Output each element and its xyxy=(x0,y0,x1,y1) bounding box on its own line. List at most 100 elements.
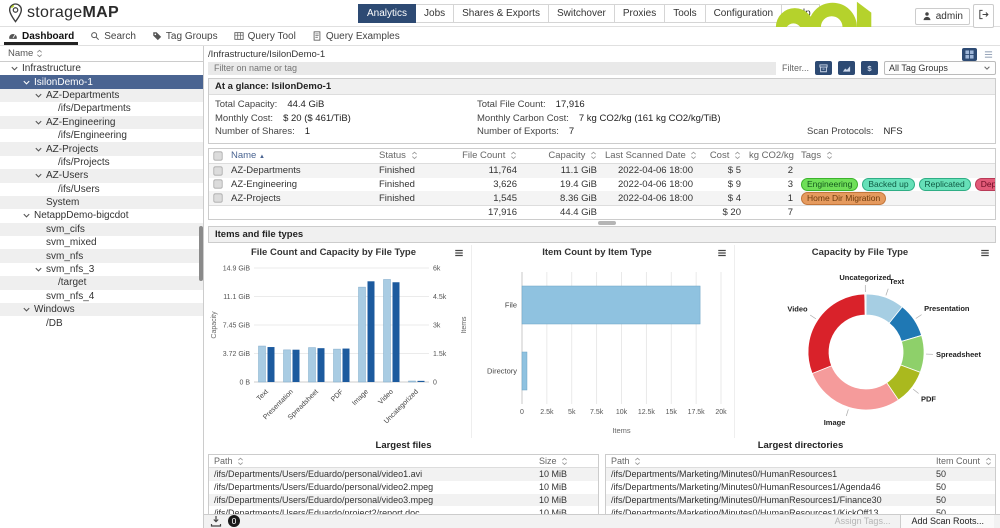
chart-menu-icon[interactable] xyxy=(453,248,465,258)
chevron-down-icon[interactable] xyxy=(10,64,19,73)
checkbox-icon[interactable] xyxy=(209,193,227,203)
table-hscrollbar[interactable] xyxy=(208,221,996,224)
column-header-size[interactable]: Size xyxy=(534,456,598,466)
sidebar-scrollbar[interactable] xyxy=(199,226,203,281)
tag-pill[interactable]: Department xyxy=(975,178,995,191)
chart-menu-icon[interactable] xyxy=(979,248,991,258)
list-view-button[interactable] xyxy=(981,48,996,61)
tag-pill[interactable]: Home Dir Migration xyxy=(801,192,886,205)
nav-tab-tools[interactable]: Tools xyxy=(665,4,705,23)
tag-pill[interactable]: Engineering xyxy=(801,178,858,191)
column-header-item-count[interactable]: Item Count xyxy=(931,456,995,466)
cost-filter-button[interactable]: $ xyxy=(861,61,878,75)
chevron-down-icon[interactable] xyxy=(34,171,43,180)
chevron-down-icon[interactable] xyxy=(34,265,43,274)
table-row[interactable]: /ifs/Departments/Marketing/Minutes0/Huma… xyxy=(606,468,995,481)
scan-table-row[interactable]: AZ-DepartmentsFinished11,76411.1 GiB2022… xyxy=(209,164,995,178)
tree-item[interactable]: AZ-Departments xyxy=(0,89,203,102)
table-row[interactable]: /ifs/Departments/Marketing/Minutes0/Huma… xyxy=(606,481,995,494)
archive-filter-button[interactable] xyxy=(815,61,832,75)
chevron-down-icon[interactable] xyxy=(22,305,31,314)
tree-item[interactable]: svm_nfs_3 xyxy=(0,263,203,276)
total-file-count: 17,916 xyxy=(435,207,521,218)
tree-item[interactable]: svm_nfs_4 xyxy=(0,290,203,303)
grid-view-button[interactable] xyxy=(962,48,977,61)
table-row[interactable]: /ifs/Departments/Marketing/Minutes0/Huma… xyxy=(606,494,995,507)
subnav-item-tag-groups[interactable]: Tag Groups xyxy=(152,27,218,45)
column-header-path[interactable]: Path xyxy=(606,456,931,466)
chevron-down-icon[interactable] xyxy=(22,78,31,87)
tree-item[interactable]: svm_mixed xyxy=(0,236,203,249)
nav-tab-analytics[interactable]: Analytics xyxy=(358,4,416,23)
checkbox-icon[interactable] xyxy=(209,166,227,176)
tree-item[interactable]: /DB xyxy=(0,316,203,329)
tag-pill[interactable]: Replicated xyxy=(919,178,971,191)
chevron-down-icon[interactable] xyxy=(22,211,31,220)
scan-table-row[interactable]: AZ-EngineeringFinished3,62619.4 GiB2022-… xyxy=(209,178,995,192)
tree-item[interactable]: /target xyxy=(0,276,203,289)
chevron-down-icon[interactable] xyxy=(34,118,43,127)
svg-text:5k: 5k xyxy=(568,409,576,416)
column-header-name[interactable]: Name ▲ xyxy=(227,150,375,161)
scan-table-row[interactable]: AZ-ProjectsFinished1,5458.36 GiB2022-04-… xyxy=(209,191,995,205)
table-row[interactable]: /ifs/Departments/Users/Eduardo/personal/… xyxy=(209,481,598,494)
column-header-tags[interactable]: Tags xyxy=(797,150,995,161)
download-icon[interactable] xyxy=(210,515,222,527)
table-row[interactable]: /ifs/Departments/Users/Eduardo/personal/… xyxy=(209,468,598,481)
assign-tags-button[interactable]: Assign Tags... xyxy=(825,515,901,528)
tree-item[interactable]: /ifs/Users xyxy=(0,183,203,196)
column-header-cost[interactable]: Cost xyxy=(697,150,745,161)
checkbox-icon[interactable] xyxy=(209,151,227,161)
tree-item[interactable]: svm_nfs xyxy=(0,249,203,262)
column-header-last-scanned-date[interactable]: Last Scanned Date xyxy=(601,150,697,161)
cell-co2: 3 xyxy=(745,179,797,190)
tag-pill[interactable]: Backed up xyxy=(862,178,914,191)
scan-table-header: Name ▲Status File Count Capacity Last Sc… xyxy=(209,149,995,164)
user-menu-button[interactable]: admin xyxy=(915,8,970,25)
nav-tab-jobs[interactable]: Jobs xyxy=(416,4,454,23)
subnav-item-search[interactable]: Search xyxy=(90,27,136,45)
column-header-capacity[interactable]: Capacity xyxy=(521,150,601,161)
notification-badge[interactable]: 0 xyxy=(228,515,240,527)
storagemap-logo[interactable]: storageMAP xyxy=(8,3,158,23)
tree-item[interactable]: IsilonDemo-1 xyxy=(0,75,203,88)
tree-item[interactable]: AZ-Engineering xyxy=(0,116,203,129)
chevron-down-icon[interactable] xyxy=(34,145,43,154)
nav-tab-switchover[interactable]: Switchover xyxy=(549,4,615,23)
column-header-path[interactable]: Path xyxy=(209,456,534,466)
tree-item[interactable]: Infrastructure xyxy=(0,62,203,75)
tree-item[interactable]: /ifs/Projects xyxy=(0,156,203,169)
chart-icon xyxy=(842,64,851,73)
chart-item-count: Item Count by Item Type02.5k5k7.5k10k12.… xyxy=(471,245,734,438)
chevron-down-icon[interactable] xyxy=(34,91,43,100)
subnav-item-dashboard[interactable]: Dashboard xyxy=(8,27,74,45)
tree-item[interactable]: NetappDemo-bigcdot xyxy=(0,209,203,222)
tree-item[interactable]: AZ-Projects xyxy=(0,142,203,155)
tree-item[interactable]: /ifs/Departments xyxy=(0,102,203,115)
add-scan-roots-button[interactable]: Add Scan Roots... xyxy=(900,515,994,528)
column-header-status[interactable]: Status xyxy=(375,150,435,161)
table-row[interactable]: /ifs/Departments/Marketing/Minutes0/Huma… xyxy=(606,506,995,513)
tree-item[interactable]: AZ-Users xyxy=(0,169,203,182)
column-header-kg-co2-kg[interactable]: kg CO2/kg xyxy=(745,150,797,161)
nav-tab-shares-exports[interactable]: Shares & Exports xyxy=(454,4,549,23)
table-row[interactable]: /ifs/Departments/Users/Eduardo/project2/… xyxy=(209,506,598,513)
tree-header[interactable]: Name xyxy=(0,46,203,62)
tag-groups-select[interactable]: All Tag Groups xyxy=(884,61,996,75)
table-row[interactable]: /ifs/Departments/Users/Eduardo/personal/… xyxy=(209,494,598,507)
subnav-item-query-tool[interactable]: Query Tool xyxy=(234,27,296,45)
logout-button[interactable] xyxy=(973,4,994,28)
tree-item[interactable]: System xyxy=(0,196,203,209)
chart-menu-icon[interactable] xyxy=(716,248,728,258)
subnav-label: Query Examples xyxy=(326,31,400,42)
checkbox-icon[interactable] xyxy=(209,179,227,189)
chart-filter-button[interactable] xyxy=(838,61,855,75)
tree-item[interactable]: Windows xyxy=(0,303,203,316)
subnav-item-query-examples[interactable]: Query Examples xyxy=(312,27,400,45)
column-header-file-count[interactable]: File Count xyxy=(435,150,521,161)
tree-item[interactable]: svm_cifs xyxy=(0,223,203,236)
nav-tab-proxies[interactable]: Proxies xyxy=(615,4,665,23)
tree-item[interactable]: /ifs/Engineering xyxy=(0,129,203,142)
filter-input[interactable] xyxy=(208,62,776,75)
main-panel: /Infrastructure/IsilonDemo-1 Filter... xyxy=(204,46,1000,528)
